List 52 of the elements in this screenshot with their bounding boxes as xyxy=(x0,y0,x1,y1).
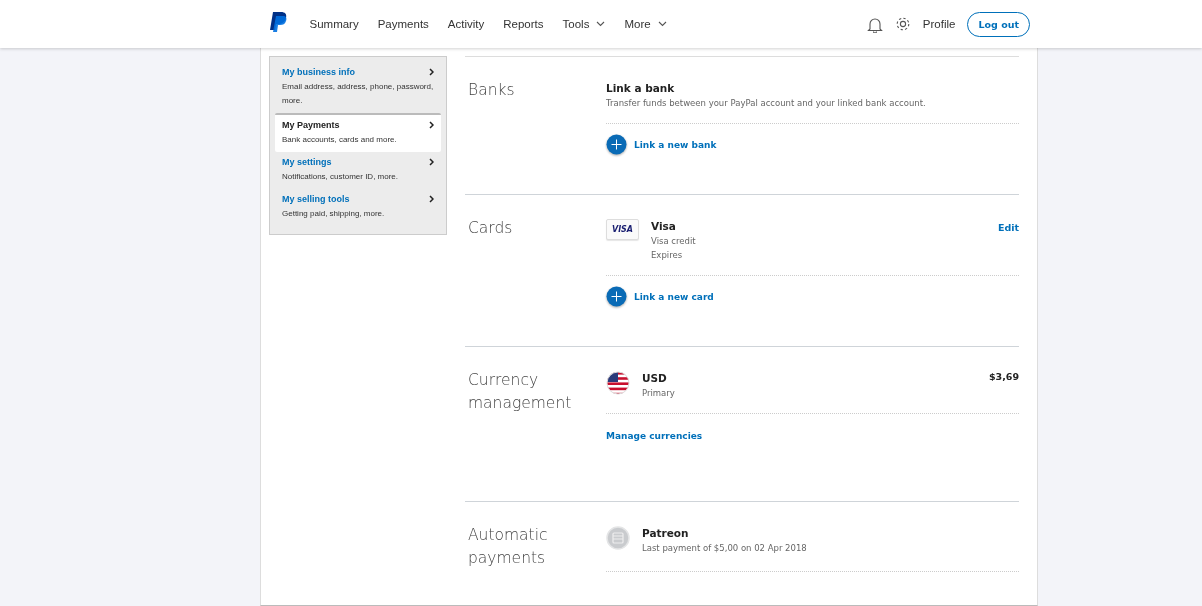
entry-detail: Expires xyxy=(651,249,684,262)
nav-link[interactable]: Summary xyxy=(300,18,369,30)
section-title: Banks xyxy=(468,80,516,101)
entry-name: USD xyxy=(642,371,668,386)
nav-link[interactable]: Activity xyxy=(438,18,494,30)
balance-amount: $3,69 xyxy=(988,371,1019,382)
add-link[interactable]: Link a new card xyxy=(606,286,1019,307)
entry-name: Patreon xyxy=(642,526,690,541)
sidebar-item-description: Email address, address, phone, password, more. xyxy=(282,81,434,107)
logout-button[interactable]: Log out xyxy=(967,11,1030,37)
sidebar-item-description: Getting paid, shipping, more. xyxy=(282,208,386,220)
sidebar-item-title: My selling tools xyxy=(282,194,350,204)
chevron-right-icon xyxy=(429,68,434,76)
chevron-right-icon xyxy=(429,195,434,203)
plus-circle-icon xyxy=(606,286,627,307)
chevron-down-icon xyxy=(657,21,667,27)
paypal-logo-icon xyxy=(268,11,288,33)
sidebar-item[interactable]: My selling tools Getting paid, shipping, more. xyxy=(275,189,441,226)
section-title: Currency management xyxy=(468,370,573,414)
sidebar-item-description: Notifications, customer ID, more. xyxy=(282,171,400,183)
chevron-right-icon xyxy=(429,121,434,129)
menu-link[interactable]: Tools xyxy=(553,18,615,30)
add-link[interactable]: Link a new bank xyxy=(606,134,1019,155)
section-title: Cards xyxy=(468,218,514,239)
settings-icon xyxy=(894,16,911,32)
nav-link[interactable]: Reports xyxy=(493,18,554,30)
sidebar-item-title: My Payments xyxy=(282,120,340,130)
profile-link[interactable]: Profile xyxy=(922,18,956,30)
entry-name: Link a bank xyxy=(606,81,676,96)
menu-link[interactable]: More xyxy=(614,18,677,30)
chevron-right-icon xyxy=(429,158,434,166)
entry-detail: Transfer funds between your PayPal account and your linked bank account. xyxy=(606,97,927,110)
manage-link[interactable]: Manage currencies xyxy=(606,431,703,471)
sidebar-item-description: Bank accounts, cards and more. xyxy=(282,134,398,146)
edit-link[interactable]: Edit xyxy=(997,222,1019,233)
sidebar-item-title: My settings xyxy=(282,157,332,167)
nav-link[interactable]: Payments xyxy=(368,18,439,30)
sidebar-item[interactable]: My settings Notifications, customer ID, more. xyxy=(275,152,441,189)
entry-name: Visa xyxy=(651,219,677,234)
card-logo-icon: VISA xyxy=(606,219,639,240)
bell-icon xyxy=(866,15,883,33)
sidebar-item[interactable]: My business info Email address, address, phone, password, more. xyxy=(275,62,441,113)
section-title: Automatic payments xyxy=(468,525,549,569)
entry-detail: Primary xyxy=(642,387,676,400)
entry-detail: Visa credit xyxy=(651,235,697,248)
chevron-down-icon xyxy=(596,21,606,27)
flag-icon xyxy=(606,371,630,395)
sidebar-item[interactable]: My Payments Bank accounts, cards and more. xyxy=(275,113,441,152)
entry-detail: Last payment of $5,00 on 02 Apr 2018 xyxy=(642,542,808,555)
sidebar-item-title: My business info xyxy=(282,67,355,77)
store-icon xyxy=(606,526,630,550)
plus-circle-icon xyxy=(606,134,627,155)
